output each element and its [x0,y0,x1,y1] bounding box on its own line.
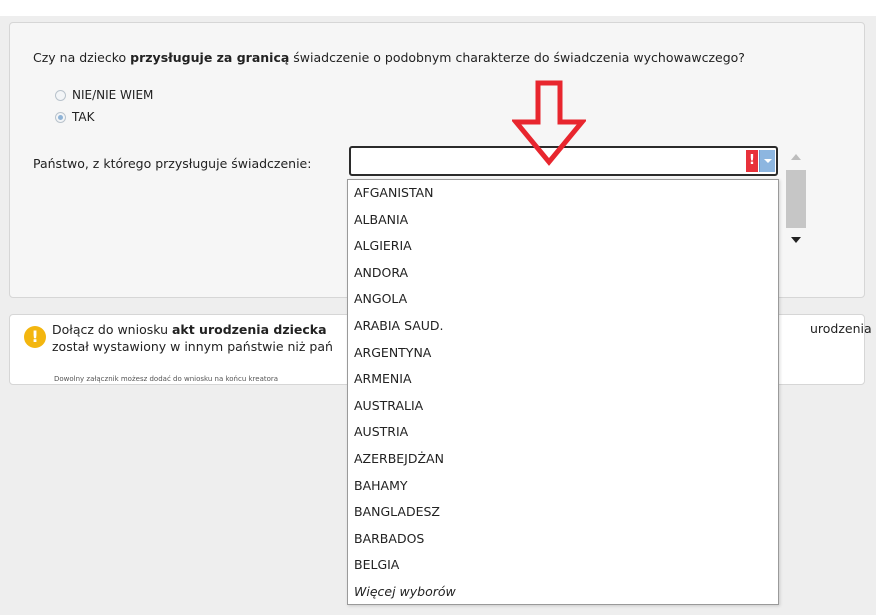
form-scrollbar[interactable] [785,146,806,252]
dropdown-option[interactable]: ARMENIA [348,366,778,393]
more-options-link[interactable]: Więcej wyborów [348,579,778,606]
radio-tak[interactable]: TAK [55,110,94,124]
info-bold: akt urodzenia dziecka [171,322,327,337]
attachment-note: Dowolny załącznik możesz dodać do wniosk… [54,375,279,383]
radio-button-tak[interactable] [55,111,66,123]
dropdown-option[interactable]: ALBANIA [348,207,778,234]
dropdown-option[interactable]: BARBADOS [348,526,778,553]
annotation-arrow-icon [512,80,586,166]
question-bold: przysługuje za granicą [130,50,290,65]
dropdown-option[interactable]: AUSTRIA [348,419,778,446]
radio-label-nie: NIE/NIE WIEM [72,88,154,102]
info-line2: został wystawiony w innym państwie niż p… [52,339,333,354]
top-strip [0,0,876,16]
dropdown-option[interactable]: ANGOLA [348,286,778,313]
scrollbar-thumb[interactable] [786,170,806,228]
dropdown-option[interactable]: BAHAMY [348,473,778,500]
question-text: Czy na dziecko przysługuje za granicą św… [33,50,745,65]
dropdown-option[interactable]: AFGANISTAN [348,180,778,207]
country-field-label: Państwo, z którego przysługuje świadczen… [33,156,312,171]
country-dropdown-list[interactable]: AFGANISTAN ALBANIA ALGIERIA ANDORA ANGOLA ARA… [347,179,779,605]
dropdown-option[interactable]: ARABIA SAUD. [348,313,778,340]
dropdown-option[interactable]: ALGIERIA [348,233,778,260]
radio-nie-nie-wiem[interactable]: NIE/NIE WIEM [55,88,153,102]
info-text: Dołącz do wniosku akt urodzenia dziecka … [52,322,333,354]
chevron-down-icon [764,159,772,163]
dropdown-toggle-button[interactable] [759,150,775,172]
dropdown-option[interactable]: ANDORA [348,260,778,287]
dropdown-option[interactable]: BANGLADESZ [348,499,778,526]
dropdown-option[interactable]: AUSTRALIA [348,393,778,420]
info-text-right: urodzenia [810,321,872,336]
scroll-up-icon[interactable] [791,154,801,160]
scroll-down-icon[interactable] [791,237,801,243]
radio-label-tak: TAK [72,110,95,124]
radio-button-nie[interactable] [55,89,66,101]
dropdown-option[interactable]: AZERBEJDŻAN [348,446,778,473]
dropdown-option[interactable]: ARGENTYNA [348,340,778,367]
error-indicator-icon: ! [746,150,758,172]
dropdown-option[interactable]: BELGIA [348,552,778,579]
warning-icon: ! [24,326,46,348]
